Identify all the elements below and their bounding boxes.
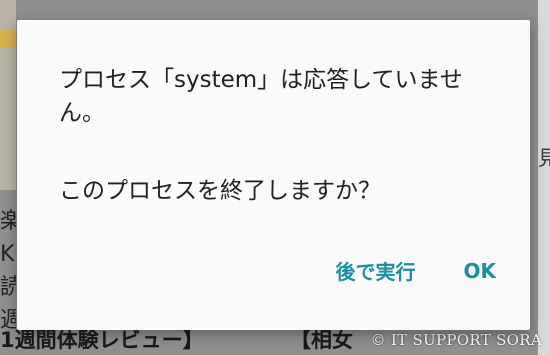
- background-right-text: 見: [538, 146, 550, 170]
- background-right-column: [538, 0, 550, 355]
- app-not-responding-dialog: プロセス「system」は応答していません。 このプロセスを終了しますか？ 後で…: [17, 20, 530, 330]
- dialog-message: プロセス「system」は応答していません。 このプロセスを終了しますか？: [59, 64, 499, 208]
- dialog-message-text: プロセス「system」は応答していません。: [59, 67, 463, 126]
- ok-button[interactable]: OK: [462, 252, 499, 289]
- watermark: © IT SUPPORT SORA: [370, 331, 542, 349]
- dialog-question-text: このプロセスを終了しますか？: [59, 178, 381, 204]
- background-article-text: 楽Ki読週: [0, 209, 16, 333]
- wait-button[interactable]: 後で実行: [334, 252, 418, 289]
- dialog-actions: 後で実行 OK: [334, 252, 499, 289]
- background-thumbnail: [0, 0, 16, 190]
